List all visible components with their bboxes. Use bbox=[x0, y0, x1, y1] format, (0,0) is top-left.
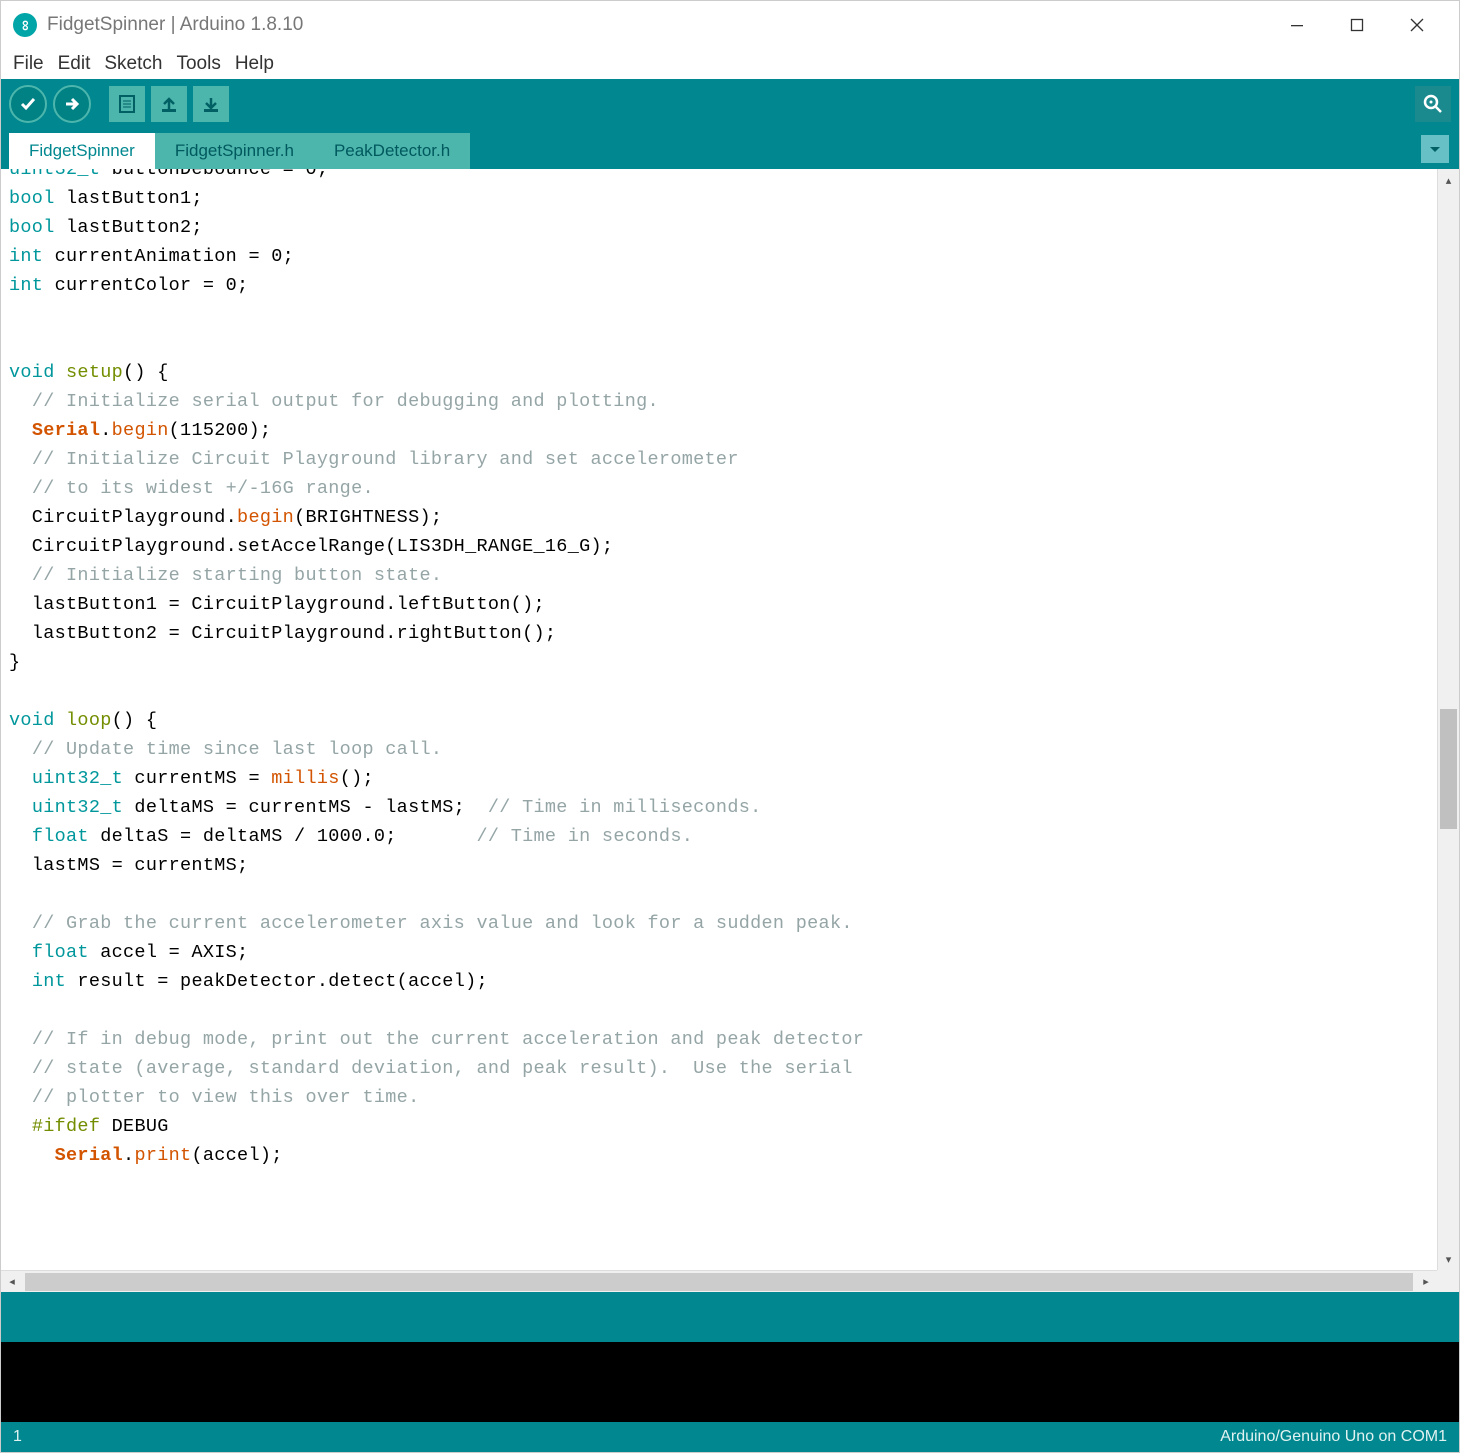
menubar: File Edit Sketch Tools Help bbox=[1, 49, 1459, 79]
window-controls bbox=[1267, 5, 1447, 45]
titlebar: FidgetSpinner | Arduino 1.8.10 bbox=[1, 1, 1459, 49]
editor-container: uint32_t buttonDebounce = 0; bool lastBu… bbox=[1, 169, 1459, 1270]
scroll-corner bbox=[1437, 1270, 1459, 1292]
console[interactable] bbox=[1, 1342, 1459, 1422]
window-title: FidgetSpinner | Arduino 1.8.10 bbox=[47, 14, 1267, 36]
menu-tools[interactable]: Tools bbox=[169, 51, 227, 77]
file-icon bbox=[116, 93, 138, 115]
chevron-down-icon bbox=[1428, 142, 1442, 156]
minimize-icon bbox=[1290, 18, 1304, 32]
arrow-down-icon bbox=[200, 93, 222, 115]
scroll-down-arrow[interactable]: ▾ bbox=[1438, 1248, 1459, 1270]
scroll-right-arrow[interactable]: ▸ bbox=[1415, 1275, 1437, 1288]
tab-fidgetspinner-h[interactable]: FidgetSpinner.h bbox=[155, 133, 314, 169]
app-window: FidgetSpinner | Arduino 1.8.10 File Edit… bbox=[0, 0, 1460, 1453]
footer-board: Arduino/Genuino Uno on COM1 bbox=[1220, 1428, 1447, 1446]
scroll-thumb-v[interactable] bbox=[1440, 709, 1457, 829]
vertical-scrollbar[interactable]: ▴ ▾ bbox=[1437, 169, 1459, 1270]
arrow-up-icon bbox=[158, 93, 180, 115]
tab-dropdown-button[interactable] bbox=[1421, 135, 1449, 163]
maximize-icon bbox=[1350, 18, 1364, 32]
arrow-right-icon bbox=[62, 94, 82, 114]
maximize-button[interactable] bbox=[1327, 5, 1387, 45]
menu-help[interactable]: Help bbox=[228, 51, 281, 77]
tab-fidgetspinner[interactable]: FidgetSpinner bbox=[9, 133, 155, 169]
save-button[interactable] bbox=[193, 86, 229, 122]
menu-edit[interactable]: Edit bbox=[51, 51, 98, 77]
verify-button[interactable] bbox=[9, 85, 47, 123]
upload-button[interactable] bbox=[53, 85, 91, 123]
tabbar: FidgetSpinner FidgetSpinner.h PeakDetect… bbox=[1, 129, 1459, 169]
code-editor[interactable]: uint32_t buttonDebounce = 0; bool lastBu… bbox=[1, 169, 1437, 1270]
serial-monitor-button[interactable] bbox=[1415, 86, 1451, 122]
new-button[interactable] bbox=[109, 86, 145, 122]
scroll-left-arrow[interactable]: ◂ bbox=[1, 1275, 23, 1288]
minimize-button[interactable] bbox=[1267, 5, 1327, 45]
close-icon bbox=[1410, 18, 1424, 32]
arduino-icon bbox=[13, 13, 37, 37]
footer: 1 Arduino/Genuino Uno on COM1 bbox=[1, 1422, 1459, 1452]
scroll-thumb-h[interactable] bbox=[25, 1273, 1413, 1291]
menu-sketch[interactable]: Sketch bbox=[97, 51, 169, 77]
magnifier-icon bbox=[1421, 92, 1445, 116]
menu-file[interactable]: File bbox=[6, 51, 51, 77]
check-icon bbox=[18, 94, 38, 114]
footer-line: 1 bbox=[13, 1428, 1220, 1446]
horizontal-scrollbar[interactable]: ◂ ▸ bbox=[1, 1270, 1437, 1292]
scroll-up-arrow[interactable]: ▴ bbox=[1438, 169, 1459, 191]
tab-peakdetector-h[interactable]: PeakDetector.h bbox=[314, 133, 470, 169]
toolbar bbox=[1, 79, 1459, 129]
close-button[interactable] bbox=[1387, 5, 1447, 45]
open-button[interactable] bbox=[151, 86, 187, 122]
status-area bbox=[1, 1292, 1459, 1342]
